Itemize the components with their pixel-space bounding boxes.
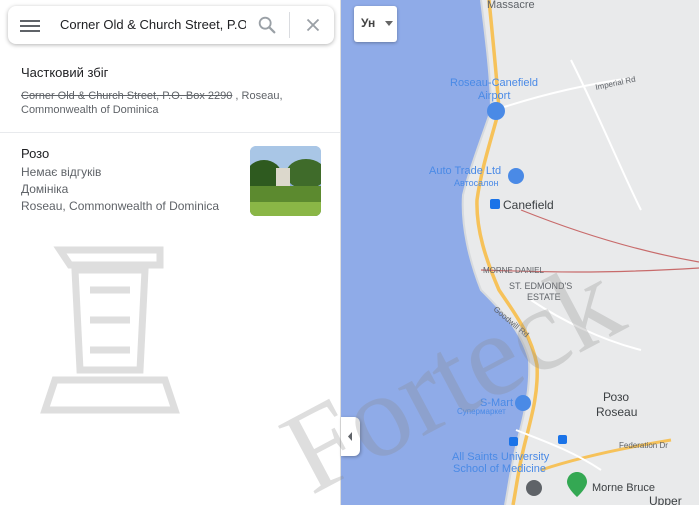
search-box: Corner Old & Church Street, P.O. Box 229… [8,6,334,44]
struck-address: Corner Old & Church Street, P.O. Box 229… [21,90,233,102]
search-icon[interactable] [256,14,278,36]
map-label-airport-2: Airport [478,90,510,102]
collapse-panel-button[interactable] [341,417,360,456]
address-rest: , Roseau, [232,90,283,102]
result-item[interactable]: Розо Немає відгуків Домініка Roseau, Com… [0,133,340,228]
map-label-rozo: Розо [603,390,629,404]
chevron-down-icon [385,21,393,26]
airport-icon [487,102,505,120]
map-label-airport-1: Roseau-Canefield [450,77,538,89]
bus-stop-icon-3 [558,435,567,444]
map-label-roseau: Roseau [596,405,637,419]
map-label-morne-bruce: Morne Bruce [592,482,655,494]
result-name: Розо [21,146,50,161]
partial-match-section: Частковий збіг Corner Old & Church Stree… [0,58,340,133]
map-label-all-saints-2: School of Medicine [453,463,546,475]
map-label-autosalon: Автосалон [454,178,498,188]
search-divider [289,12,290,38]
search-input[interactable]: Corner Old & Church Street, P.O. Box 229… [60,16,246,34]
layer-label: Ун [361,16,376,30]
result-reviews: Немає відгуків [21,165,102,179]
bus-stop-icon-2 [509,437,518,446]
map-label-canefield: Canefield [503,198,554,212]
map-label-supermarket: Супермаркет [457,407,506,416]
school-icon [526,480,542,496]
map-label-upper: Upper [649,494,682,505]
result-address: Roseau, Commonwealth of Dominica [21,199,220,213]
map-label-morne-daniel: MORNE DANIEL [483,266,544,275]
menu-icon[interactable] [20,17,40,33]
map-layer-button[interactable]: Ун [354,6,397,42]
map-label-st-edmonds-1: ST. EDMOND'S [509,281,572,291]
map-label-auto-trade: Auto Trade Ltd [429,165,501,177]
chevron-left-icon [348,432,352,441]
result-thumbnail[interactable] [250,146,321,216]
car-dealer-icon [508,168,524,184]
close-icon[interactable] [302,14,324,36]
result-country: Домініка [21,182,69,196]
partial-match-title: Частковий збіг [21,65,109,80]
map-label-massacre: Massacre [487,0,535,11]
address-country: Commonwealth of Dominica [21,104,159,116]
map-canvas[interactable]: Massacre Roseau-Canefield Airport Imperi… [341,0,699,505]
bus-stop-icon [490,199,500,209]
map-label-all-saints-1: All Saints University [452,451,550,463]
partial-match-address: Corner Old & Church Street, P.O. Box 229… [21,89,301,117]
map-label-federation-dr: Federation Dr [619,441,668,450]
results-panel: Corner Old & Church Street, P.O. Box 229… [0,0,341,505]
shop-icon [515,395,531,411]
map-label-st-edmonds-2: ESTATE [527,292,561,302]
